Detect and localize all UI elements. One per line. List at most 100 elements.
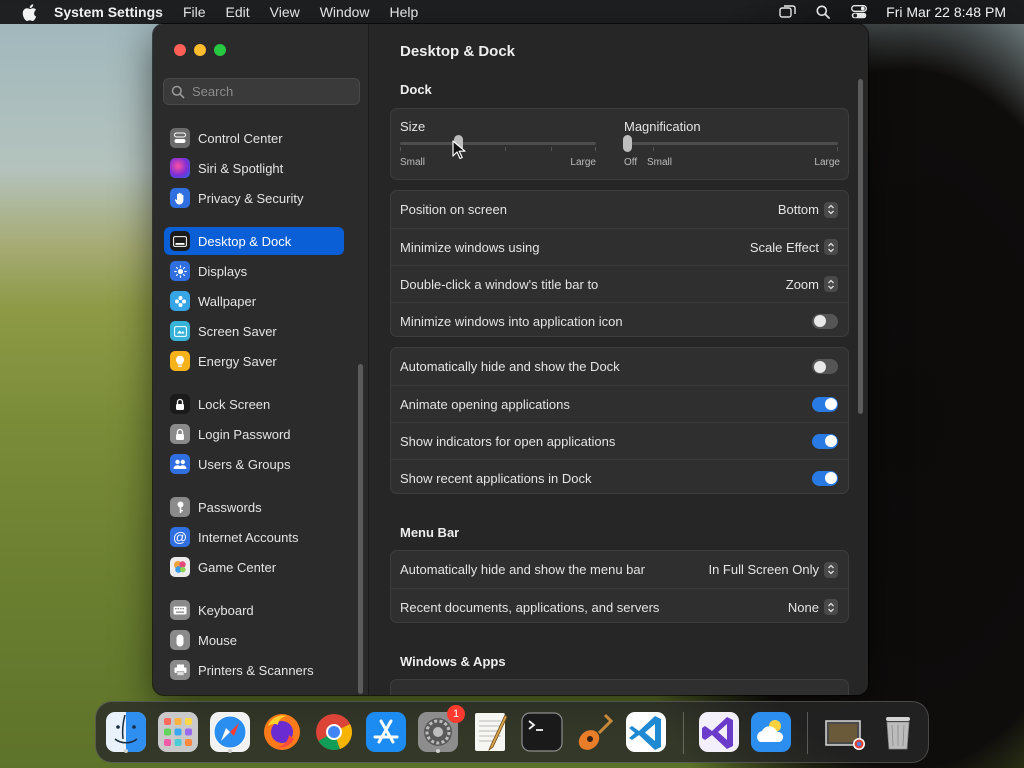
dock-app-terminal[interactable] xyxy=(519,709,565,755)
sidebar-item-energy-saver[interactable]: Energy Saver xyxy=(164,347,344,375)
content-scrollbar[interactable] xyxy=(858,79,863,414)
toggle-knob xyxy=(813,360,826,373)
dock: 1 xyxy=(95,701,929,763)
search-field[interactable] xyxy=(163,78,360,105)
search-input[interactable] xyxy=(192,84,342,99)
sidebar-item-wallpaper[interactable]: Wallpaper xyxy=(164,287,344,315)
dock-app-visual-studio[interactable] xyxy=(696,709,742,755)
dock-app-firefox[interactable] xyxy=(259,709,305,755)
running-indicator xyxy=(228,749,232,753)
position-popup[interactable]: Bottom xyxy=(778,201,838,218)
menu-edit[interactable]: Edit xyxy=(226,4,250,20)
dock-trash[interactable] xyxy=(875,709,921,755)
screen-mirroring-icon[interactable] xyxy=(778,3,796,21)
dock-app-textedit[interactable] xyxy=(467,709,513,755)
system-settings-window: Control Center Siri & Spotlight Privacy … xyxy=(153,24,868,695)
animate-opening-toggle[interactable] xyxy=(812,396,838,412)
at-icon: @ xyxy=(170,527,190,547)
sidebar-item-mouse[interactable]: Mouse xyxy=(164,626,344,654)
recent-documents-row: Recent documents, applications, and serv… xyxy=(391,588,848,625)
dock-app-app-store[interactable] xyxy=(363,709,409,755)
zoom-window-button[interactable] xyxy=(214,44,226,56)
screen-saver-icon xyxy=(170,321,190,341)
magnification-slider-thumb[interactable] xyxy=(623,135,632,152)
menu-help[interactable]: Help xyxy=(390,4,419,20)
sidebar-item-label: Internet Accounts xyxy=(198,529,299,545)
sidebar-item-users-groups[interactable]: Users & Groups xyxy=(164,450,344,478)
sidebar-item-login-password[interactable]: Login Password xyxy=(164,420,344,448)
dock-app-vscode[interactable] xyxy=(623,709,669,755)
dock-app-finder[interactable] xyxy=(103,709,149,755)
autohide-dock-row: Automatically hide and show the Dock xyxy=(391,348,848,385)
vscode-icon xyxy=(626,712,666,752)
dock-app-system-settings[interactable]: 1 xyxy=(415,705,465,755)
show-indicators-toggle[interactable] xyxy=(812,433,838,449)
menu-file[interactable]: File xyxy=(183,4,206,20)
dock-app-garageband[interactable] xyxy=(571,709,617,755)
flower-icon xyxy=(170,291,190,311)
toggle-knob xyxy=(824,472,837,484)
terminal-icon xyxy=(521,712,563,752)
mouse-pointer-icon xyxy=(452,140,466,160)
dock-app-safari[interactable] xyxy=(207,709,253,755)
sidebar-item-desktop-dock[interactable]: Desktop & Dock xyxy=(164,227,344,255)
downloads-stack-icon xyxy=(825,720,865,750)
menubar-clock[interactable]: Fri Mar 22 8:48 PM xyxy=(886,4,1006,20)
dock-app-launchpad[interactable] xyxy=(155,709,201,755)
weather-icon xyxy=(751,712,791,752)
popup-value: In Full Screen Only xyxy=(708,562,819,577)
dock-icon xyxy=(170,231,190,251)
size-slider-track[interactable] xyxy=(400,142,596,145)
menu-window[interactable]: Window xyxy=(320,4,370,20)
visual-studio-icon xyxy=(699,712,739,752)
sidebar-item-siri-spotlight[interactable]: Siri & Spotlight xyxy=(164,154,344,182)
show-recent-apps-toggle[interactable] xyxy=(812,470,838,486)
magnification-label: Magnification xyxy=(624,119,701,134)
double-click-action-popup[interactable]: Zoom xyxy=(786,276,838,292)
recent-documents-popup[interactable]: None xyxy=(788,599,838,615)
close-window-button[interactable] xyxy=(174,44,186,56)
menu-app-name[interactable]: System Settings xyxy=(54,4,163,20)
dock-folder-downloads[interactable] xyxy=(821,709,867,755)
magnification-slider-track[interactable] xyxy=(626,142,838,145)
apple-menu-icon[interactable] xyxy=(18,1,40,23)
sidebar-item-label: Privacy & Security xyxy=(198,190,304,206)
sidebar-item-privacy-security[interactable]: Privacy & Security xyxy=(164,184,344,212)
row-label: Double-click a window's title bar to xyxy=(400,276,599,292)
sidebar-item-displays[interactable]: Displays xyxy=(164,257,344,285)
toggle-knob xyxy=(813,315,826,327)
minimize-into-app-icon-toggle[interactable] xyxy=(812,313,838,329)
sidebar-item-control-center[interactable]: Control Center xyxy=(164,124,344,152)
control-center-icon[interactable] xyxy=(850,3,868,21)
dock-behavior-group: Automatically hide and show the Dock Ani… xyxy=(390,347,849,494)
sidebar-item-label: Keyboard xyxy=(198,602,254,618)
sidebar: Control Center Siri & Spotlight Privacy … xyxy=(153,24,369,695)
minimize-window-button[interactable] xyxy=(194,44,206,56)
magnification-tick xyxy=(837,147,838,151)
sidebar-item-label: Control Center xyxy=(198,130,283,146)
sidebar-item-label: Mouse xyxy=(198,632,238,648)
sidebar-scrollbar[interactable] xyxy=(358,364,363,694)
dock-separator xyxy=(683,712,684,754)
users-icon xyxy=(170,454,190,474)
sidebar-item-printers-scanners[interactable]: Printers & Scanners xyxy=(164,656,344,684)
row-label: Minimize windows using xyxy=(400,239,540,255)
magnification-off-label: Off xyxy=(624,157,638,168)
sidebar-item-screen-saver[interactable]: Screen Saver xyxy=(164,317,344,345)
sidebar-item-passwords[interactable]: Passwords xyxy=(164,493,344,521)
sidebar-item-game-center[interactable]: Game Center xyxy=(164,553,344,581)
dock-app-chrome[interactable] xyxy=(311,709,357,755)
dock-app-weather[interactable] xyxy=(748,709,794,755)
sidebar-item-lock-screen[interactable]: Lock Screen xyxy=(164,390,344,418)
chevron-updown-icon xyxy=(824,561,838,578)
sidebar-item-internet-accounts[interactable]: @ Internet Accounts xyxy=(164,523,344,551)
size-tick xyxy=(400,147,401,151)
printer-icon xyxy=(170,660,190,680)
autohide-menu-bar-popup[interactable]: In Full Screen Only xyxy=(708,561,838,578)
menu-view[interactable]: View xyxy=(270,4,300,20)
spotlight-search-icon[interactable] xyxy=(814,3,832,21)
chevron-updown-icon xyxy=(824,239,838,255)
sidebar-item-keyboard[interactable]: Keyboard xyxy=(164,596,344,624)
autohide-dock-toggle[interactable] xyxy=(812,359,838,374)
minimize-effect-popup[interactable]: Scale Effect xyxy=(750,239,838,255)
